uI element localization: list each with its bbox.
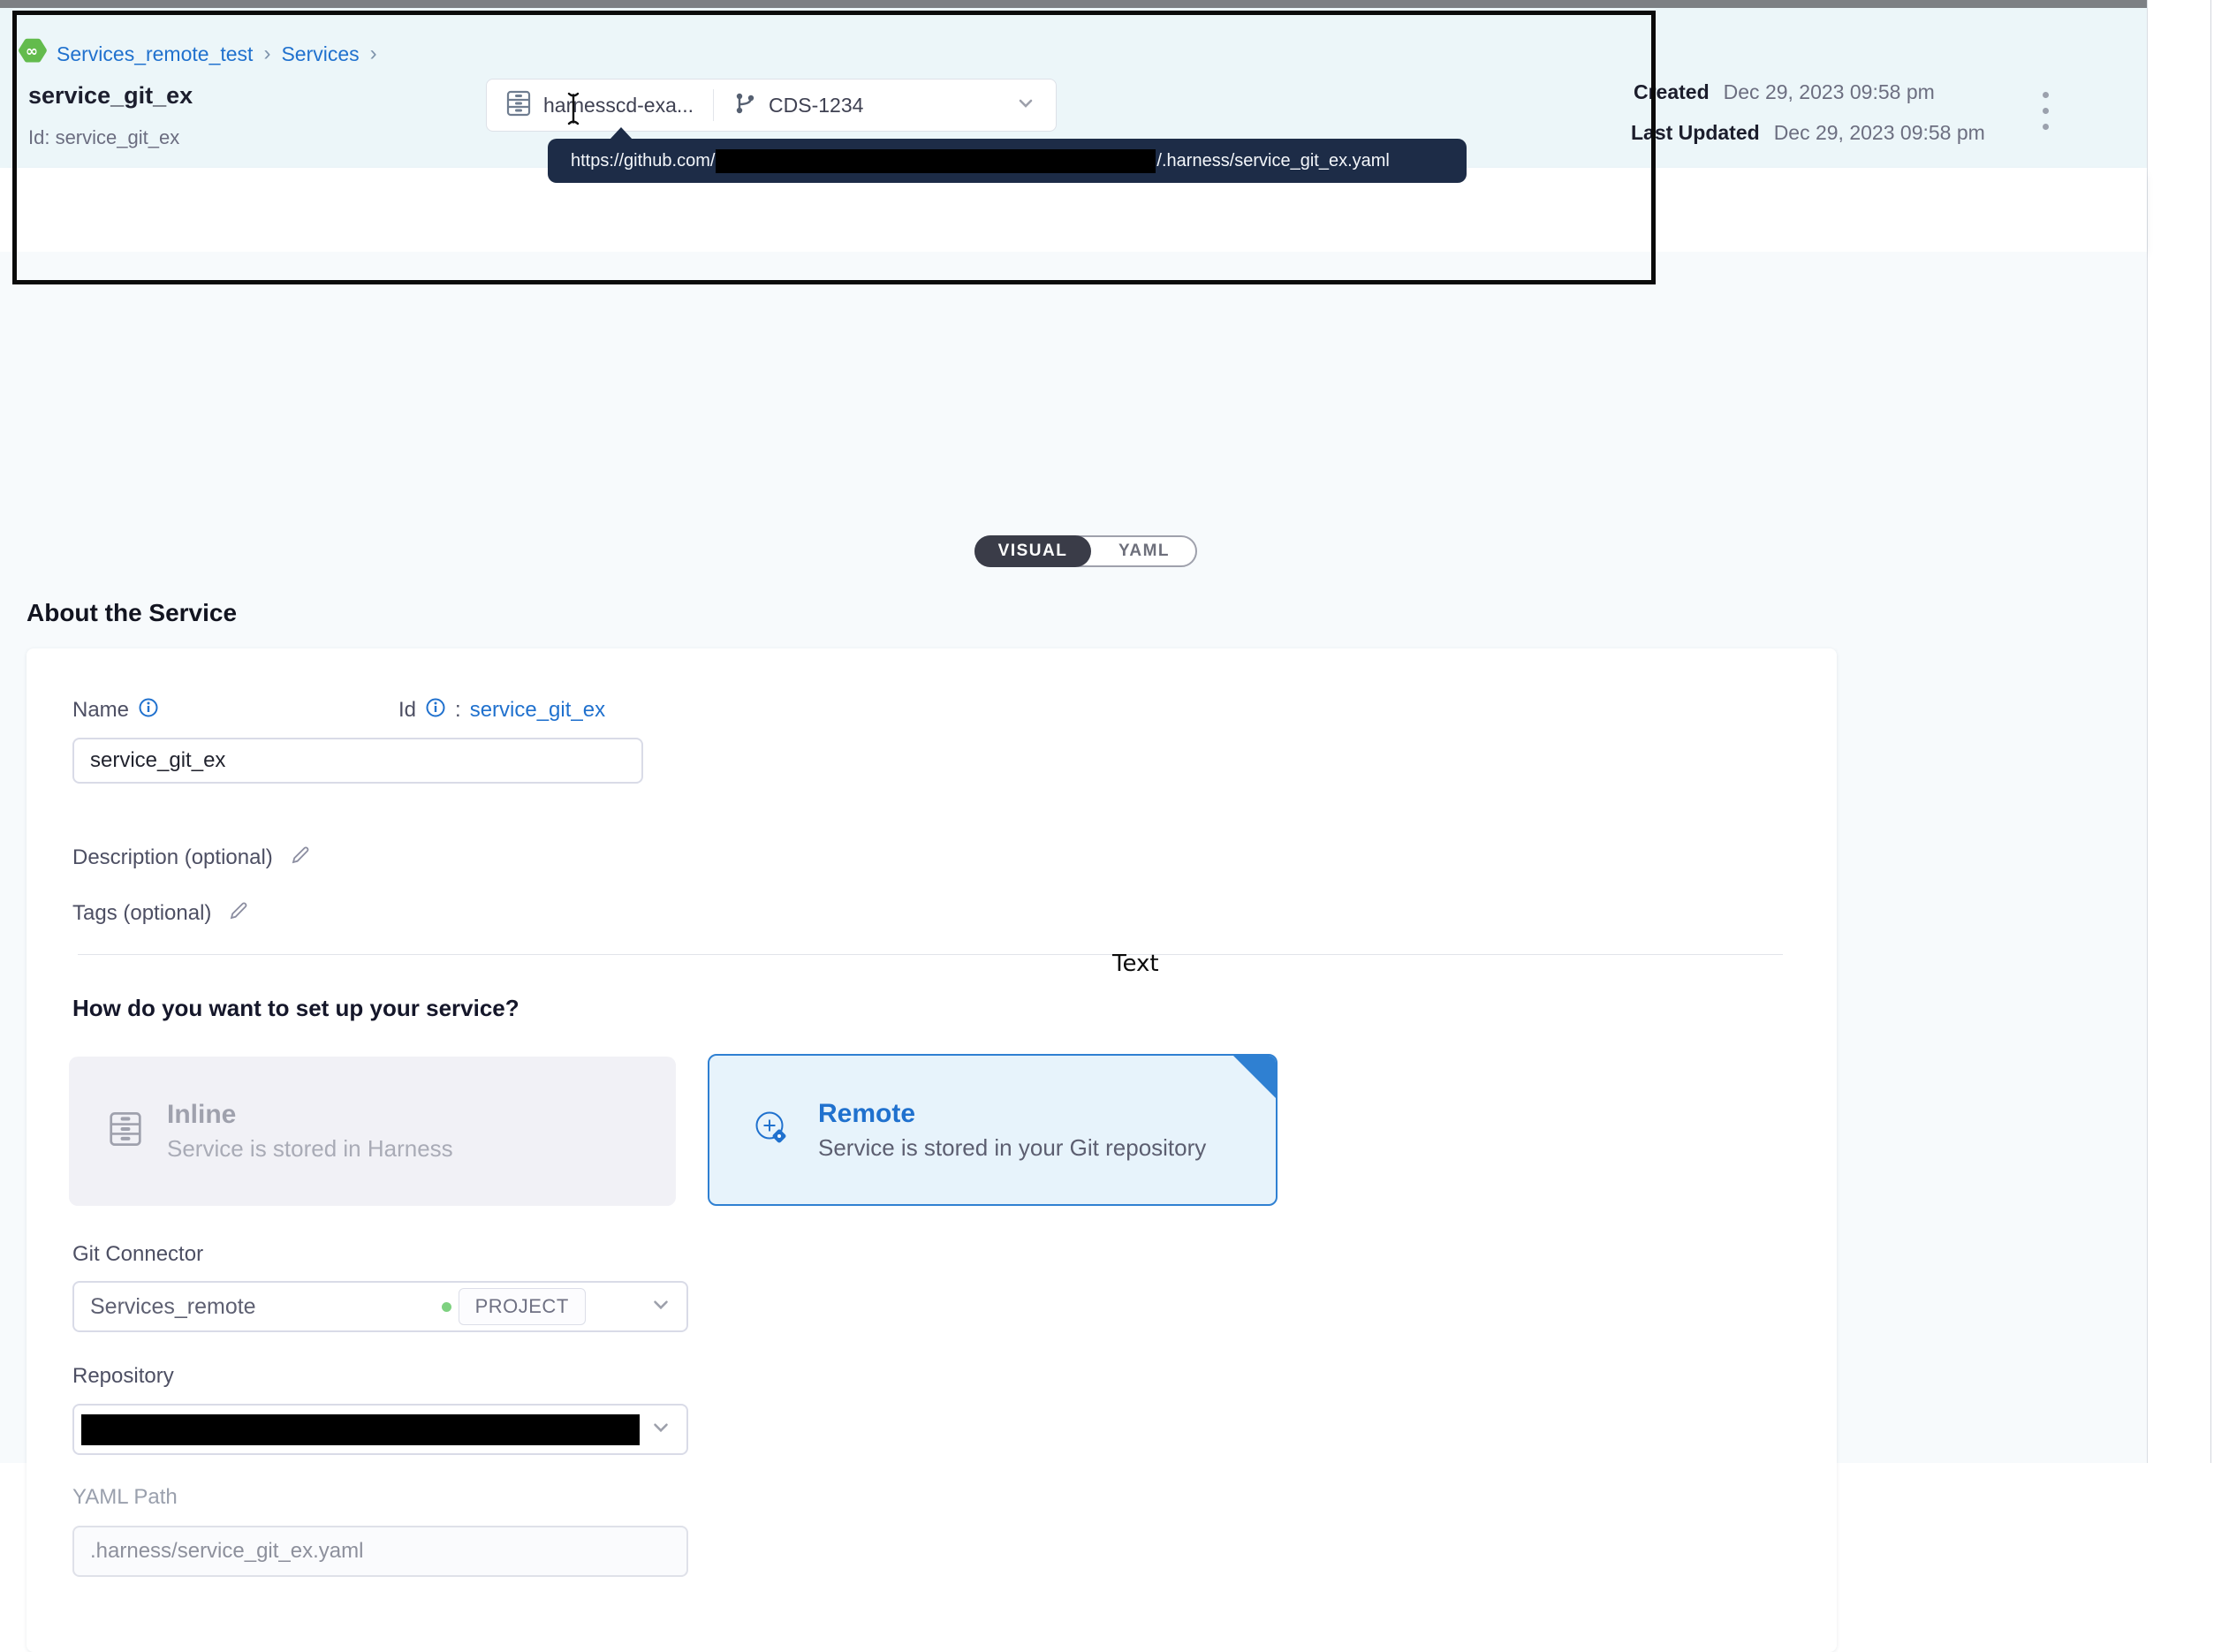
git-connector-value: Services_remote <box>90 1294 256 1320</box>
name-input[interactable] <box>72 738 643 784</box>
breadcrumb-project-link[interactable]: Services_remote_test <box>57 42 253 66</box>
id-value-link[interactable]: service_git_ex <box>470 698 605 723</box>
pencil-icon[interactable] <box>289 844 312 871</box>
tooltip-url-prefix: https://github.com/ <box>571 150 715 170</box>
description-label: Description (optional) <box>72 845 273 870</box>
yaml-path-label: YAML Path <box>72 1485 178 1510</box>
kebab-menu-icon[interactable] <box>2043 92 2049 130</box>
toggle-visual[interactable]: VISUAL <box>974 535 1091 567</box>
scope-badge: PROJECT <box>459 1288 586 1325</box>
section-title: About the Service <box>27 599 237 627</box>
repository-label: Repository <box>72 1364 174 1389</box>
selected-corner-badge <box>1232 1054 1278 1100</box>
connector-status-dot <box>442 1302 451 1312</box>
window-top-bar <box>0 0 2147 8</box>
scrollbar-track[interactable] <box>2210 0 2211 1463</box>
name-label-row: Name <box>72 697 159 723</box>
inline-store-card[interactable]: Inline Service is stored in Harness <box>69 1057 676 1206</box>
remote-store-icon <box>749 1106 793 1155</box>
info-icon[interactable] <box>425 697 446 723</box>
id-label: Id <box>398 698 416 723</box>
id-row: Id : service_git_ex <box>398 697 605 723</box>
branch-segment[interactable]: CDS-1234 <box>714 80 883 131</box>
annotation-text-label: Text <box>1112 951 1159 977</box>
remote-card-subtitle: Service is stored in your Git repository <box>818 1134 1206 1162</box>
inline-card-title: Inline <box>167 1100 453 1130</box>
breadcrumb-services-link[interactable]: Services <box>281 42 359 66</box>
breadcrumb-separator: › <box>368 42 379 66</box>
right-gutter <box>2147 0 2214 1463</box>
chevron-down-icon[interactable] <box>649 1293 672 1321</box>
last-updated-row: Last Updated Dec 29, 2023 09:58 pm <box>1631 121 1985 145</box>
harness-cd-icon: ∞ <box>18 37 48 72</box>
inline-card-subtitle: Service is stored in Harness <box>167 1135 453 1163</box>
branch-name: CDS-1234 <box>769 94 863 117</box>
repository-icon <box>506 89 531 122</box>
service-id-text: Id: service_git_ex <box>28 126 179 149</box>
created-row: Created Dec 29, 2023 09:58 pm <box>1634 80 1935 104</box>
last-updated-label: Last Updated <box>1631 121 1760 145</box>
remote-card-title: Remote <box>818 1099 1206 1129</box>
breadcrumb: ∞ Services_remote_test › Services › <box>18 40 379 68</box>
setup-question: How do you want to set up your service? <box>72 995 519 1022</box>
git-connector-label: Git Connector <box>72 1242 203 1267</box>
configuration-body: VISUAL YAML About the Service Name Id : … <box>0 252 2147 1463</box>
pencil-icon[interactable] <box>227 899 250 927</box>
created-value: Dec 29, 2023 09:58 pm <box>1724 80 1935 104</box>
page-title: service_git_ex <box>28 82 193 110</box>
tags-label: Tags (optional) <box>72 901 211 926</box>
tags-row: Tags (optional) <box>72 899 250 927</box>
repository-name: harnesscd-exa... <box>543 94 694 117</box>
git-branch-icon <box>733 91 756 120</box>
inline-store-icon <box>109 1110 142 1153</box>
info-icon[interactable] <box>138 697 159 723</box>
service-configuration-page: ∞ Services_remote_test › Services › serv… <box>0 0 2214 1463</box>
chevron-down-icon[interactable] <box>649 1416 672 1444</box>
tooltip-caret <box>610 127 633 140</box>
last-updated-value: Dec 29, 2023 09:58 pm <box>1774 121 1985 145</box>
repository-segment[interactable]: harnesscd-exa... <box>487 80 713 131</box>
description-row: Description (optional) <box>72 844 312 871</box>
toggle-yaml[interactable]: YAML <box>1091 535 1197 567</box>
section-divider <box>78 954 1783 955</box>
yaml-path-input <box>72 1526 688 1577</box>
git-connector-dropdown[interactable]: Services_remote PROJECT <box>72 1281 688 1332</box>
about-service-card: Name Id : service_git_ex Description (op… <box>27 648 1837 1652</box>
remote-store-card[interactable]: Remote Service is stored in your Git rep… <box>708 1054 1278 1206</box>
redacted-repository-name <box>81 1414 640 1445</box>
repository-dropdown[interactable] <box>72 1404 688 1455</box>
tooltip-url-suffix: /.harness/service_git_ex.yaml <box>1156 150 1389 170</box>
id-separator: : <box>455 698 461 723</box>
name-label: Name <box>72 698 129 723</box>
chevron-down-icon[interactable] <box>1015 93 1036 118</box>
redacted-url-segment <box>716 149 1156 173</box>
svg-text:∞: ∞ <box>26 42 38 60</box>
visual-yaml-toggle: VISUAL YAML <box>974 535 1197 567</box>
yaml-path-tooltip: https://github.com/ /.harness/service_git… <box>548 139 1467 183</box>
breadcrumb-separator: › <box>262 42 272 66</box>
created-label: Created <box>1634 80 1710 104</box>
repo-branch-selector[interactable]: harnesscd-exa... CDS-1234 <box>486 79 1057 132</box>
